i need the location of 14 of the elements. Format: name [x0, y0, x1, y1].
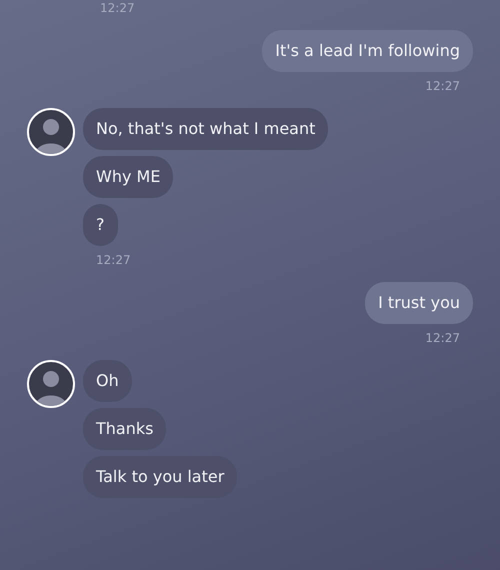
message-time: 12:27 [424, 78, 461, 94]
avatar-icon [27, 360, 75, 408]
message-bubble: Talk to you later [83, 456, 238, 498]
avatar-icon [27, 108, 75, 156]
message-bubble: It's a lead I'm following [262, 30, 473, 72]
message-bubble: No, that's not what I meant [83, 108, 328, 150]
message-bubble: I trust you [365, 282, 473, 324]
message-time: 12:27 [99, 0, 136, 16]
message-bubble: ? [83, 204, 118, 246]
message-bubble: Oh [83, 360, 132, 402]
message-time: 12:27 [95, 252, 132, 268]
message-bubble: Thanks [83, 408, 166, 450]
message-time: 12:27 [424, 330, 461, 346]
message-bubble: Why ME [83, 156, 174, 198]
